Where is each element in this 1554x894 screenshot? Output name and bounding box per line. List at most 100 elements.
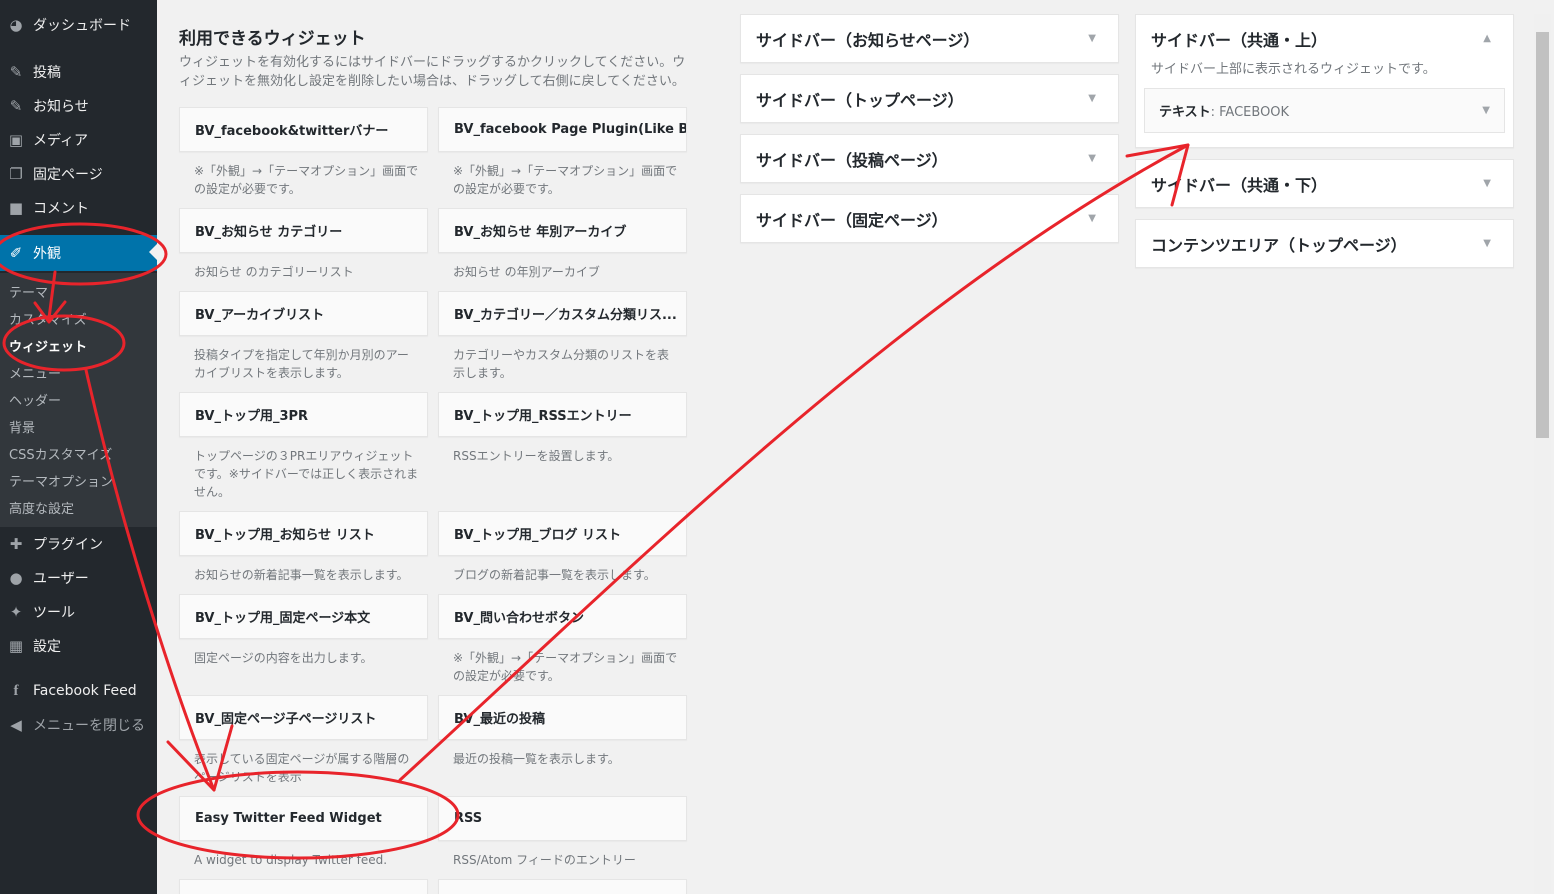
dashboard-icon: ◕ [9,16,23,34]
menu-settings[interactable]: ▦ 設定 [0,629,157,663]
menu-media[interactable]: ▣ メディア [0,123,157,157]
widget-item[interactable]: BV_問い合わせボタン [438,594,687,639]
menu-label: 投稿 [33,65,61,81]
admin-sidebar: ◕ ダッシュボード ✎ 投稿 ✎ お知らせ ▣ メディア ❐ 固定ページ ■ コ… [0,0,157,894]
submenu-css-customize[interactable]: CSSカスタマイズ [9,444,112,463]
widget-item[interactable]: BV_お知らせ カテゴリー [179,208,428,253]
widget-description: ブログの新着記事一覧を表示します。 [453,568,656,582]
submenu-themes[interactable]: テーマ [9,282,48,301]
chevron-down-icon[interactable]: ▼ [1483,238,1491,249]
sidebar-area-fixed-page[interactable]: サイドバー（固定ページ） ▼ [740,194,1119,243]
brush-icon: ✐ [9,244,23,262]
menu-tools[interactable]: ✦ ツール [0,595,157,629]
menu-comments[interactable]: ■ コメント [0,191,157,225]
widget-description: ※「外観」→「テーマオプション」画面での設定が必要です。 [453,164,678,196]
widget-item[interactable]: BV_固定ページ子ページリスト [179,695,428,740]
text-facebook-widget[interactable]: テキスト: FACEBOOK ▼ [1144,88,1505,133]
area-title: サイドバー（共通・下） [1151,175,1328,195]
menu-label: コメント [33,201,89,217]
menu-label: メディア [33,133,89,149]
submenu-background[interactable]: 背景 [9,417,35,436]
appearance-submenu: テーマ カスタマイズ ウィジェット メニュー ヘッダー 背景 CSSカスタマイズ… [0,273,157,527]
sidebar-area-news-page[interactable]: サイドバー（お知らせページ） ▼ [740,14,1119,63]
menu-facebook-feed[interactable]: f Facebook Feed [0,674,157,708]
content-area-top-page[interactable]: コンテンツエリア（トップページ） ▼ [1135,219,1514,268]
widget-description: お知らせ のカテゴリーリスト [194,265,354,279]
menu-label: お知らせ [33,99,89,115]
chevron-down-icon[interactable]: ▼ [1482,105,1490,116]
chevron-up-icon[interactable]: ▲ [1483,33,1491,44]
widget-item[interactable]: RSS [438,796,687,841]
chevron-down-icon[interactable]: ▼ [1088,33,1096,44]
menu-plugins[interactable]: ✚ プラグイン [0,527,157,561]
widget-item[interactable]: BV_トップ用_固定ページ本文 [179,594,428,639]
widget-item[interactable]: BV_アーカイブリスト [179,291,428,336]
widget-easy-twitter-feed[interactable]: Easy Twitter Feed Widget [179,796,428,841]
area-header[interactable]: サイドバー（共通・上） ▲ [1136,15,1513,62]
plugin-icon: ✚ [9,535,23,553]
widget-description: 固定ページの内容を出力します。 [194,651,373,665]
widget-item[interactable]: BV_トップ用_RSSエントリー [438,392,687,437]
area-header[interactable]: サイドバー（トップページ） ▼ [741,75,1118,122]
submenu-customize[interactable]: カスタマイズ [9,309,87,328]
area-header[interactable]: サイドバー（投稿ページ） ▼ [741,135,1118,182]
widget-description: A widget to display Twitter feed. [194,853,388,867]
widget-description: 表示している固定ページが属する階層のページリストを表示 [194,752,410,784]
menu-label: メニューを閉じる [33,718,145,734]
menu-appearance[interactable]: ✐ 外観 [0,235,157,271]
menu-posts[interactable]: ✎ 投稿 [0,55,157,89]
widget-name: テキスト [1159,105,1211,120]
widget-description: RSS/Atom フィードのエントリー [453,853,636,867]
widget-item[interactable] [438,879,687,894]
widget-item[interactable]: BV_お知らせ 年別アーカイブ [438,208,687,253]
menu-dashboard[interactable]: ◕ ダッシュボード [0,8,157,42]
widget-description: トップページの３PRエリアウィジェットです。※サイドバーでは正しく表示されません… [194,449,419,499]
chevron-down-icon[interactable]: ▼ [1088,213,1096,224]
area-description: サイドバー上部に表示されるウィジェットです。 [1151,62,1436,77]
widget-description: 投稿タイプを指定して年別か月別のアーカイブリストを表示します。 [194,348,409,380]
widget-item[interactable]: BV_トップ用_3PR [179,392,428,437]
submenu-header[interactable]: ヘッダー [9,390,61,409]
scrollbar-thumb[interactable] [1536,32,1549,438]
chevron-down-icon[interactable]: ▼ [1088,153,1096,164]
submenu-menus[interactable]: メニュー [9,363,61,382]
menu-users[interactable]: ● ユーザー [0,561,157,595]
menu-pages[interactable]: ❐ 固定ページ [0,157,157,191]
menu-label: ツール [33,605,75,621]
submenu-advanced[interactable]: 高度な設定 [9,498,74,517]
widget-item[interactable]: BV_トップ用_ブログ リスト [438,511,687,556]
menu-label: ユーザー [33,571,89,587]
submenu-widgets[interactable]: ウィジェット [9,336,87,355]
area-title: サイドバー（投稿ページ） [756,150,948,170]
collapse-icon: ◀ [10,716,22,734]
chevron-down-icon[interactable]: ▼ [1088,93,1096,104]
area-header[interactable]: コンテンツエリア（トップページ） ▼ [1136,220,1513,267]
widget-item[interactable] [179,879,428,894]
widget-item[interactable]: BV_トップ用_お知らせ リスト [179,511,428,556]
widget-description: お知らせの新着記事一覧を表示します。 [194,568,409,582]
widget-item[interactable]: BV_カテゴリー／カスタム分類リス... [438,291,687,336]
sidebar-area-common-bottom[interactable]: サイドバー（共通・下） ▼ [1135,159,1514,208]
widget-item[interactable]: BV_最近の投稿 [438,695,687,740]
area-title: サイドバー（固定ページ） [756,210,948,230]
area-header[interactable]: サイドバー（共通・下） ▼ [1136,160,1513,207]
sidebar-area-top-page[interactable]: サイドバー（トップページ） ▼ [740,74,1119,123]
area-header[interactable]: サイドバー（固定ページ） ▼ [741,195,1118,242]
settings-icon: ▦ [8,637,24,655]
widget-item[interactable]: BV_facebook&twitterバナー [179,107,428,152]
menu-label: 設定 [33,639,61,655]
widget-description: ※「外観」→「テーマオプション」画面での設定が必要です。 [453,651,678,683]
menu-label: 外観 [33,246,61,262]
collapse-menu-button[interactable]: ◀ メニューを閉じる [0,708,157,742]
chevron-down-icon[interactable]: ▼ [1483,178,1491,189]
sidebar-area-post-page[interactable]: サイドバー（投稿ページ） ▼ [740,134,1119,183]
widget-item[interactable]: BV_facebook Page Plugin(Like B... [438,107,687,152]
sidebar-area-common-top[interactable]: サイドバー（共通・上） ▲ サイドバー上部に表示されるウィジェットです。 テキス… [1135,14,1514,148]
area-title: サイドバー（お知らせページ） [756,30,980,50]
submenu-theme-options[interactable]: テーマオプション [9,471,113,490]
area-header[interactable]: サイドバー（お知らせページ） ▼ [741,15,1118,62]
widget-description: ※「外観」→「テーマオプション」画面での設定が必要です。 [194,164,419,196]
comment-icon: ■ [8,199,24,217]
menu-news[interactable]: ✎ お知らせ [0,89,157,123]
widget-description: お知らせ の年別アーカイブ [453,265,600,279]
